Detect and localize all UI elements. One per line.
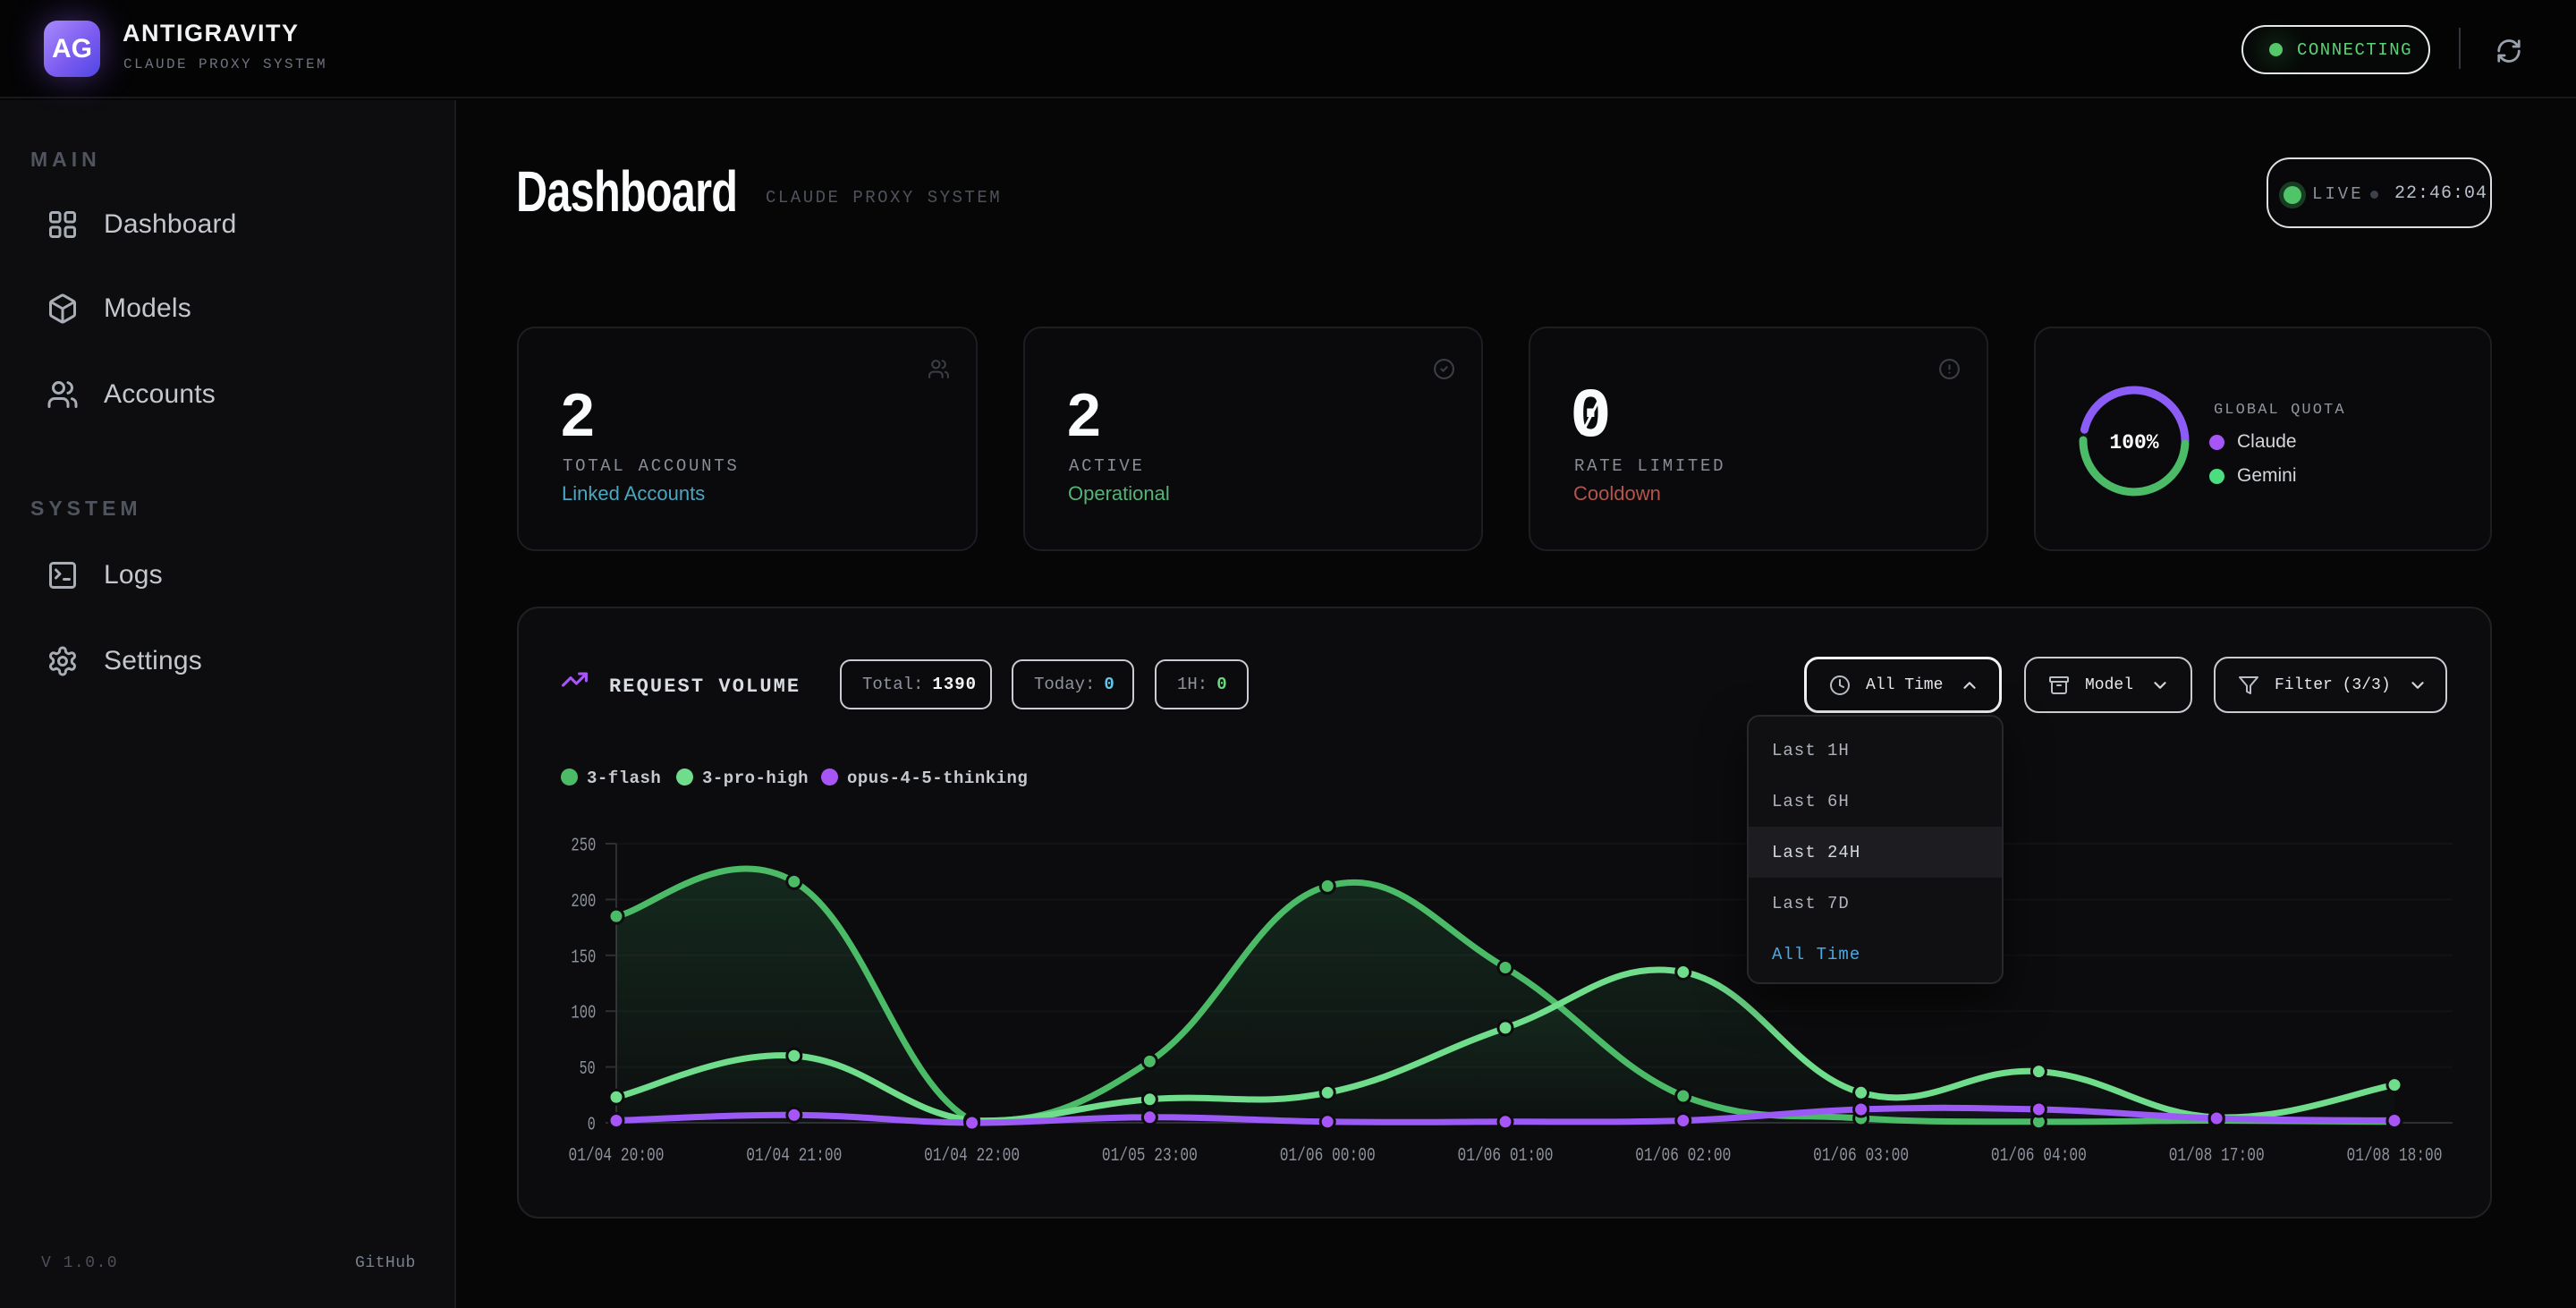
svg-text:01/06 01:00: 01/06 01:00 <box>1458 1146 1554 1167</box>
svg-text:50: 50 <box>580 1059 596 1080</box>
svg-text:01/04 20:00: 01/04 20:00 <box>569 1146 665 1167</box>
svg-text:100%: 100% <box>2109 431 2158 454</box>
svg-text:01/06 02:00: 01/06 02:00 <box>1635 1146 1731 1167</box>
svg-text:01/06 00:00: 01/06 00:00 <box>1280 1146 1376 1167</box>
svg-text:01/04 22:00: 01/04 22:00 <box>924 1146 1020 1167</box>
svg-text:250: 250 <box>571 837 596 857</box>
svg-text:01/06 04:00: 01/06 04:00 <box>1991 1146 2087 1167</box>
svg-text:01/08 17:00: 01/08 17:00 <box>2169 1146 2265 1167</box>
svg-text:0: 0 <box>588 1116 596 1136</box>
svg-text:01/08 18:00: 01/08 18:00 <box>2347 1146 2443 1167</box>
svg-text:100: 100 <box>571 1004 596 1024</box>
svg-text:200: 200 <box>571 892 596 913</box>
svg-text:01/06 03:00: 01/06 03:00 <box>1813 1146 1909 1167</box>
svg-text:01/04 21:00: 01/04 21:00 <box>746 1146 842 1167</box>
svg-text:01/05 23:00: 01/05 23:00 <box>1102 1146 1198 1167</box>
svg-text:150: 150 <box>571 947 596 968</box>
